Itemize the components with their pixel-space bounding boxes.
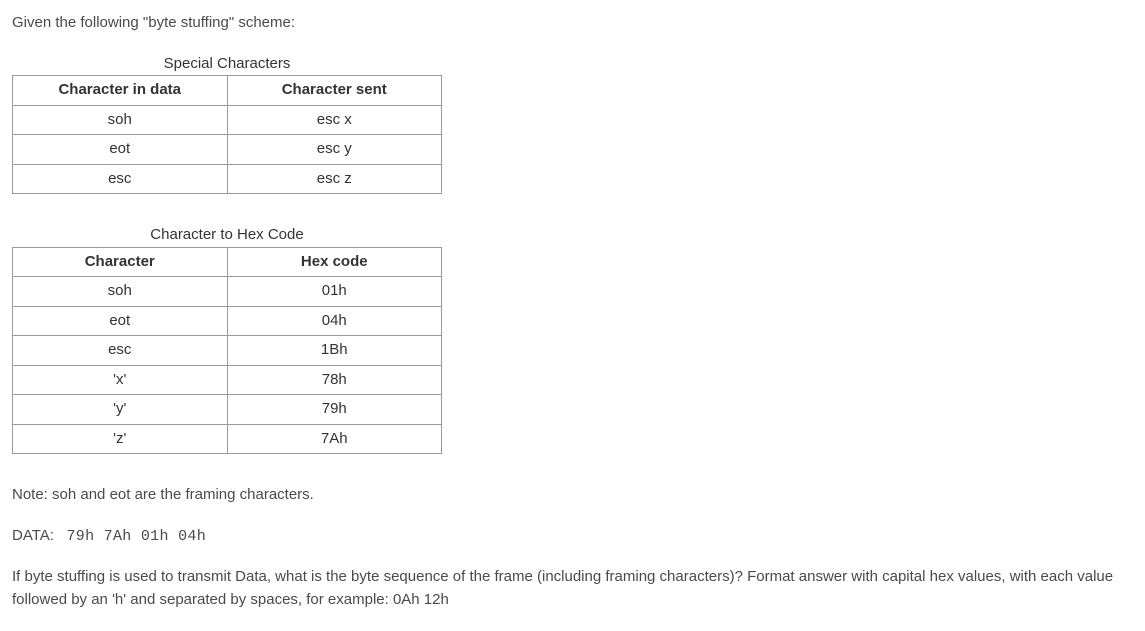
table1-header-1: Character sent bbox=[227, 76, 442, 106]
table2-cell: 01h bbox=[227, 277, 442, 307]
special-characters-table: Character in data Character sent soh esc… bbox=[12, 75, 442, 194]
table2-cell: 79h bbox=[227, 395, 442, 425]
table-row: eot 04h bbox=[13, 306, 442, 336]
table1-header-0: Character in data bbox=[13, 76, 228, 106]
table-row: esc 1Bh bbox=[13, 336, 442, 366]
table-row: 'z' 7Ah bbox=[13, 424, 442, 454]
table1-cell: eot bbox=[13, 135, 228, 165]
table2-cell: esc bbox=[13, 336, 228, 366]
table1-caption: Special Characters bbox=[12, 53, 442, 76]
table-row: 'x' 78h bbox=[13, 365, 442, 395]
intro-text: Given the following "byte stuffing" sche… bbox=[12, 12, 1133, 35]
table2-cell: 04h bbox=[227, 306, 442, 336]
data-label: DATA: bbox=[12, 527, 54, 544]
special-characters-table-block: Special Characters Character in data Cha… bbox=[12, 53, 1133, 195]
table1-cell: soh bbox=[13, 105, 228, 135]
table-row: 'y' 79h bbox=[13, 395, 442, 425]
hex-code-table: Character Hex code soh 01h eot 04h esc 1… bbox=[12, 247, 442, 455]
question-text: If byte stuffing is used to transmit Dat… bbox=[12, 566, 1133, 611]
table2-header-1: Hex code bbox=[227, 247, 442, 277]
table1-cell: esc x bbox=[227, 105, 442, 135]
table2-cell: 7Ah bbox=[227, 424, 442, 454]
table1-cell: esc y bbox=[227, 135, 442, 165]
data-line: DATA: 79h 7Ah 01h 04h bbox=[12, 525, 1133, 549]
table2-cell: 'y' bbox=[13, 395, 228, 425]
table1-cell: esc z bbox=[227, 164, 442, 194]
table-row: esc esc z bbox=[13, 164, 442, 194]
table-row: eot esc y bbox=[13, 135, 442, 165]
table2-cell: 1Bh bbox=[227, 336, 442, 366]
table2-cell: 'x' bbox=[13, 365, 228, 395]
table2-cell: 78h bbox=[227, 365, 442, 395]
table2-cell: eot bbox=[13, 306, 228, 336]
table-row: soh 01h bbox=[13, 277, 442, 307]
table2-cell: soh bbox=[13, 277, 228, 307]
table-row: soh esc x bbox=[13, 105, 442, 135]
data-value: 79h 7Ah 01h 04h bbox=[66, 528, 206, 545]
note-text: Note: soh and eot are the framing charac… bbox=[12, 484, 1133, 507]
hex-code-table-block: Character to Hex Code Character Hex code… bbox=[12, 224, 1133, 454]
table1-cell: esc bbox=[13, 164, 228, 194]
table2-caption: Character to Hex Code bbox=[12, 224, 442, 247]
table2-cell: 'z' bbox=[13, 424, 228, 454]
table2-header-0: Character bbox=[13, 247, 228, 277]
